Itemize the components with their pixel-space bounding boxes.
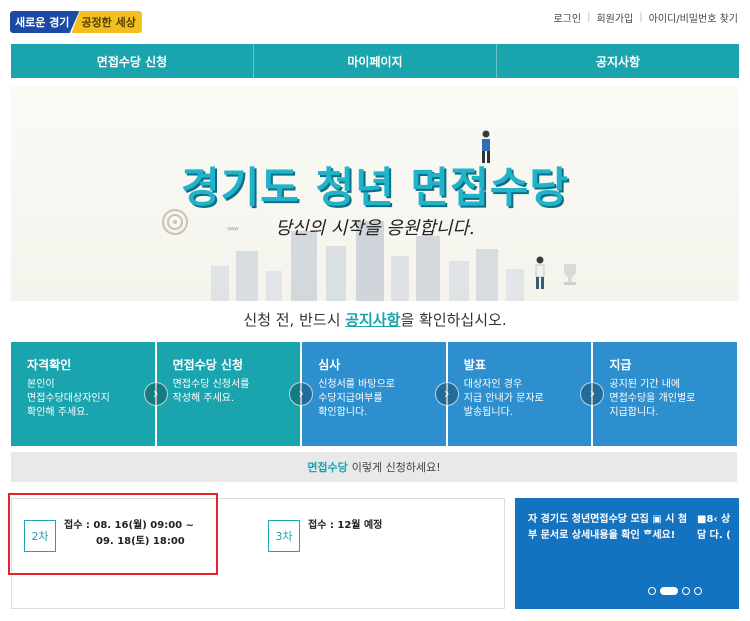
nav-item-mypage[interactable]: 마이페이지	[254, 44, 497, 78]
chevron-right-icon: ›	[143, 382, 168, 406]
step-announcement[interactable]: › 발표 대상자인 경우 지급 안내가 문자로 발송됩니다.	[434, 342, 592, 446]
step-description: 공지된 기간 내에 면접수당을 개인별로 지급합니다.	[609, 379, 696, 418]
slide-indicators	[648, 587, 702, 595]
find-account-link[interactable]: 아이디/비밀번호 찾기	[649, 10, 738, 25]
step-description: 본인이 면접수당대상자인지 확인해 주세요.	[27, 379, 110, 418]
step-payment[interactable]: › 지급 공지된 기간 내에 면접수당을 개인별로 지급합니다.	[580, 342, 737, 446]
divider: |	[587, 12, 591, 23]
divider: |	[639, 12, 643, 23]
notice-text-before: 신청 전, 반드시	[243, 311, 346, 329]
step-title: 심사	[318, 358, 341, 372]
nav-item-notice[interactable]: 공지사항	[497, 44, 739, 78]
step-title: 발표	[463, 358, 486, 372]
round-schedule-line: 접수 : 12월 예정	[308, 520, 383, 531]
notice-line: 신청 전, 반드시 공지사항을 확인하십시오.	[0, 309, 750, 330]
round-badge: 3차	[268, 520, 300, 552]
how-to-apply-bar[interactable]: 면접수당 이렇게 신청하세요!	[11, 452, 737, 482]
round-schedule: 접수 : 12월 예정	[308, 518, 382, 534]
how-to-highlight: 면접수당	[307, 461, 348, 474]
logo[interactable]: 새로운 경기 공정한 세상	[10, 11, 142, 33]
hero-title: 경기도 청년 면접수당	[180, 163, 569, 212]
step-review[interactable]: › 심사 신청서를 바탕으로 수당지급여부를 확인합니다.	[289, 342, 446, 446]
notice-link[interactable]: 공지사항	[345, 311, 400, 329]
news-banner[interactable]: 자 경기도 청년면접수당 모집 ▣ 시 첨부 문서로 상세내용을 확인 ᄒ세요!…	[515, 498, 739, 609]
round-schedule-line: 09. 18(토) 18:00	[96, 536, 185, 547]
logo-part1: 새로운 경기	[10, 11, 80, 33]
process-steps: 자격확인 본인이 면접수당대상자인지 확인해 주세요. › 면접수당 신청 면접…	[11, 342, 737, 446]
schedule-panel: 2차 접수 : 08. 16(월) 09:00 ~ 09. 18(토) 18:0…	[11, 498, 505, 609]
signup-link[interactable]: 회원가입	[596, 10, 633, 25]
round-badge: 2차	[24, 520, 56, 552]
slide-dot[interactable]	[648, 587, 656, 595]
main-nav: 면접수당 신청 마이페이지 공지사항	[11, 44, 739, 78]
slide-dot[interactable]	[694, 587, 702, 595]
slide-dot[interactable]	[660, 587, 678, 595]
step-eligibility[interactable]: 자격확인 본인이 면접수당대상자인지 확인해 주세요.	[11, 342, 155, 446]
page: 새로운 경기 공정한 세상 로그인 | 회원가입 | 아이디/비밀번호 찾기 면…	[0, 0, 750, 621]
step-title: 지급	[609, 358, 632, 372]
chevron-right-icon: ›	[434, 382, 459, 406]
round-schedule-line: 접수 : 08. 16(월) 09:00 ~	[64, 520, 194, 531]
person-icon	[535, 256, 545, 289]
hero-subtitle: 당신의 시작을 응원합니다.	[275, 218, 475, 239]
how-to-text: 이렇게 신청하세요!	[351, 461, 441, 474]
nav-item-apply[interactable]: 면접수당 신청	[11, 44, 254, 78]
logo-part2: 공정한 세상	[71, 11, 142, 33]
step-apply[interactable]: › 면접수당 신청 면접수당 신청서를 작성해 주세요.	[143, 342, 301, 446]
step-description: 면접수당 신청서를 작성해 주세요.	[172, 379, 250, 404]
utility-links: 로그인 | 회원가입 | 아이디/비밀번호 찾기	[553, 10, 738, 25]
slide-dot[interactable]	[682, 587, 690, 595]
banner-text: 자 경기도 청년면접수당 모집 ▣ 시 첨부 문서로 상세내용을 확인 ᄒ세요!	[528, 514, 688, 541]
hero-banner: ››››› 경기도 청년 면접수당 당신의 시작을 응원합니다.	[11, 86, 739, 301]
notice-text-after: 을 확인하십시오.	[400, 311, 507, 329]
banner-next-slide-text: ■8‹ 상담 다. (	[697, 514, 731, 541]
step-description: 대상자인 경우 지급 안내가 문자로 발송됩니다.	[463, 379, 544, 418]
chevron-right-icon: ›	[289, 382, 314, 406]
login-link[interactable]: 로그인	[553, 10, 581, 25]
step-description: 신청서를 바탕으로 수당지급여부를 확인합니다.	[318, 379, 395, 418]
chevron-right-icon: ›	[580, 382, 605, 406]
step-title: 자격확인	[27, 358, 72, 372]
trophy-icon	[564, 264, 576, 285]
round-schedule: 접수 : 08. 16(월) 09:00 ~ 09. 18(토) 18:00	[64, 518, 194, 550]
step-title: 면접수당 신청	[172, 358, 244, 372]
